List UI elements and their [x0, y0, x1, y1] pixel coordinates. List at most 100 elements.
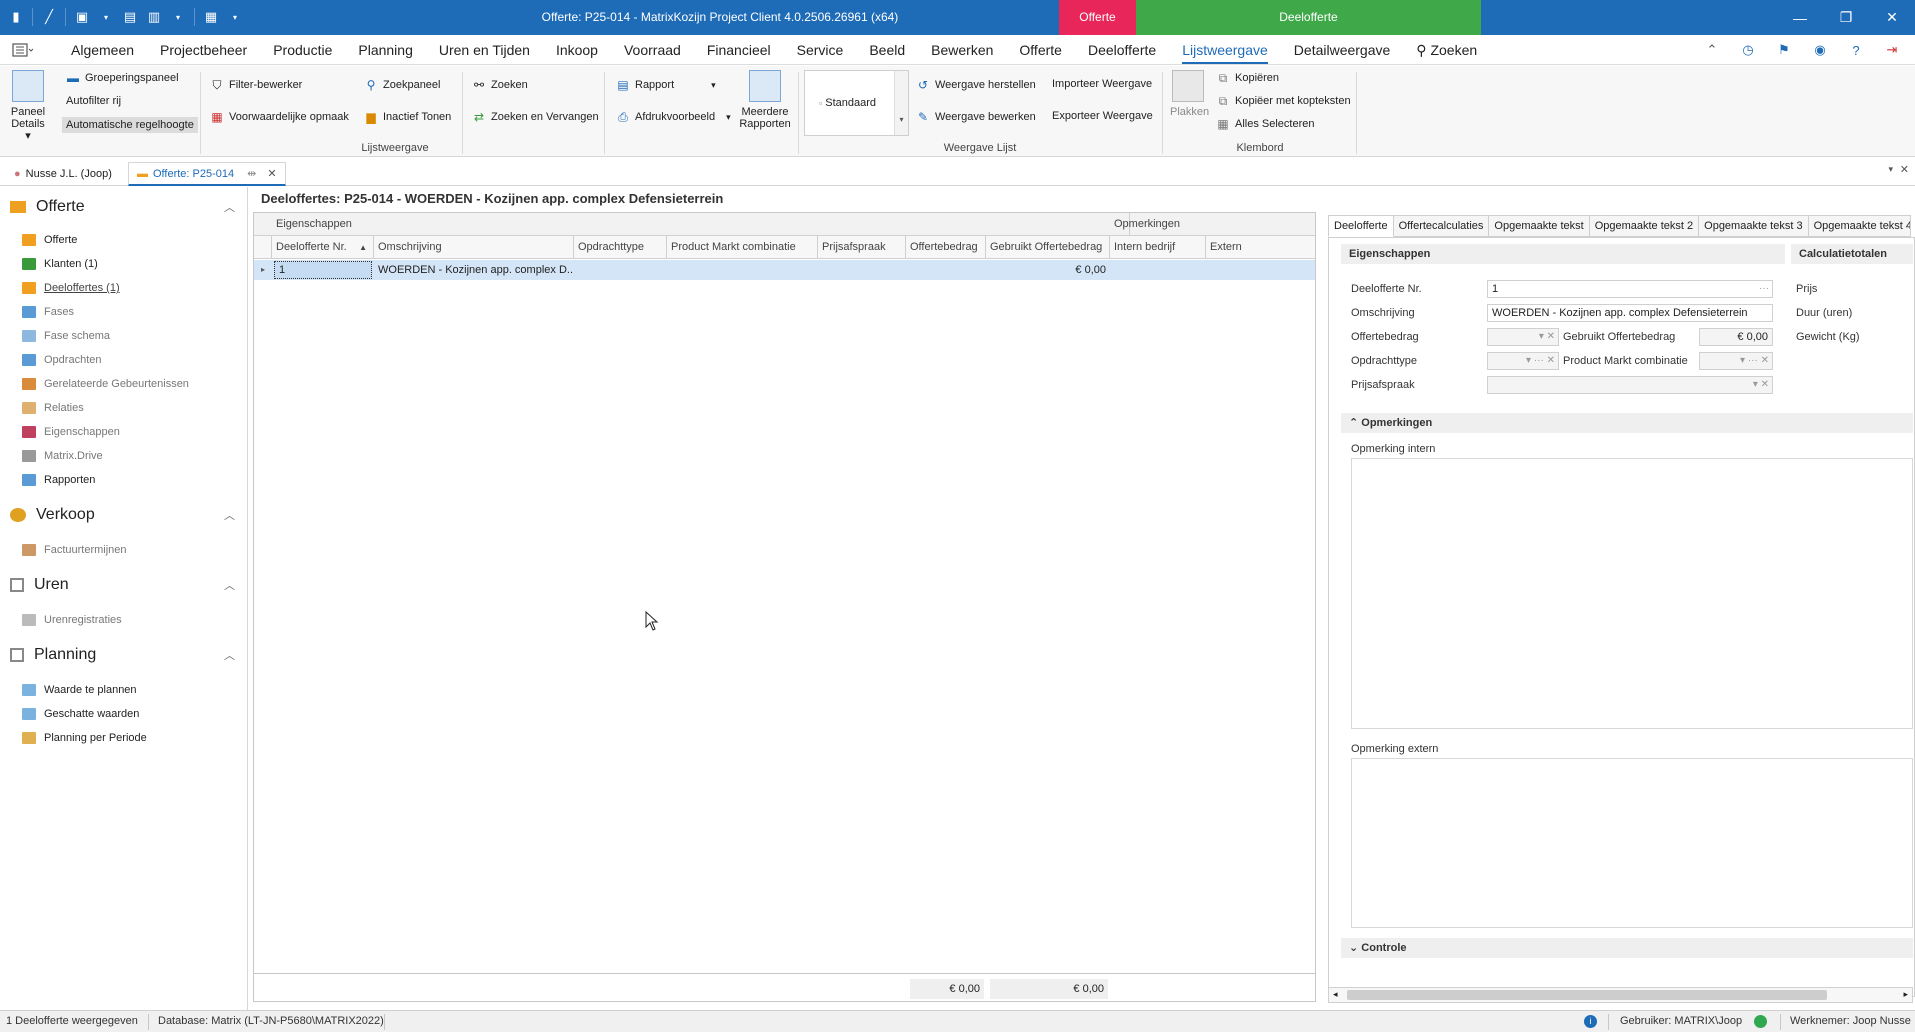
filter-bewerker-button[interactable]: ⛉ Filter-bewerker [210, 78, 302, 92]
tab-list-dropdown-icon[interactable]: ▾ [1888, 164, 1893, 175]
cell-extern[interactable] [1206, 260, 1315, 280]
tab-offertecalculaties[interactable]: Offertecalculaties [1393, 215, 1490, 237]
customize-qat-icon[interactable]: ▾ [227, 9, 243, 25]
scrollbar-thumb[interactable] [1347, 990, 1827, 1000]
help-icon[interactable]: ? [1841, 40, 1871, 60]
table-row[interactable]: ▸ 1 WOERDEN - Kozijnen app. complex D...… [254, 260, 1315, 280]
column-omschrijving[interactable]: Omschrijving [374, 236, 574, 259]
sidebar-item-gerelateerde-gebeurtenissen[interactable]: Gerelateerde Gebeurtenissen [22, 375, 189, 393]
save-icon[interactable]: ▣ [74, 9, 90, 25]
inactief-tonen-button[interactable]: ▆ Inactief Tonen [364, 110, 451, 124]
collapse-icon[interactable]: ︿ [224, 647, 235, 663]
dropdown-ellipsis-clear-icon[interactable]: ▾ ··· ✕ [1740, 353, 1769, 369]
band-opmerkingen[interactable]: Opmerkingen [1110, 213, 1315, 236]
speaker-icon[interactable]: ◉ [1805, 40, 1835, 60]
sidebar-item-rapporten[interactable]: Rapporten [22, 471, 95, 489]
weergave-gallery[interactable]: ▫ Standaard ▾ [804, 70, 909, 136]
tab-offerte[interactable]: ▬ Offerte: P25-014 ⇹ ✕ [128, 162, 286, 186]
pencil-icon[interactable]: ╱ [41, 9, 57, 25]
sidebar-item-matrix-drive[interactable]: Matrix.Drive [22, 447, 103, 465]
menu-algemeen[interactable]: Algemeen [58, 35, 147, 65]
section-verkoop[interactable]: Verkoop ︿ [10, 503, 235, 527]
cell-intern-bedrijf[interactable] [1110, 260, 1206, 280]
voorwaardelijke-opmaak-button[interactable]: ▦ Voorwaardelijke opmaak [210, 110, 349, 124]
tab-opgemaakte-tekst[interactable]: Opgemaakte tekst [1489, 215, 1590, 237]
dropdown-icon[interactable]: ▾ [170, 9, 186, 25]
kopieer-met-kopteksten-button[interactable]: ⧉ Kopiëer met kopteksten [1216, 94, 1351, 108]
autofilter-rij-button[interactable]: Autofilter rij [66, 95, 121, 107]
tab-opgemaakte-tekst-3[interactable]: Opgemaakte tekst 3 [1699, 215, 1809, 237]
sidebar-item-urenregistraties[interactable]: Urenregistraties [22, 611, 122, 629]
column-prijsafspraak[interactable]: Prijsafspraak [818, 236, 906, 259]
menu-projectbeheer[interactable]: Projectbeheer [147, 35, 260, 65]
deeloffertes-grid[interactable]: Eigenschappen Opmerkingen Deelofferte Nr… [253, 212, 1316, 1002]
input-deelofferte-nr[interactable]: 1 ··· [1487, 280, 1773, 298]
section-offerte[interactable]: Offerte ︿ [10, 195, 235, 219]
sidebar-item-fases[interactable]: Fases [22, 303, 74, 321]
cell-pmc[interactable] [667, 260, 818, 280]
sidebar-item-planning-per-periode[interactable]: Planning per Periode [22, 729, 147, 747]
flag-icon[interactable]: ⚑ [1769, 40, 1799, 60]
sidebar-item-fase-schema[interactable]: Fase schema [22, 327, 110, 345]
menu-beeld[interactable]: Beeld [856, 35, 918, 65]
sidebar-item-eigenschappen[interactable]: Eigenschappen [22, 423, 120, 441]
sidebar-item-offerte[interactable]: Offerte [22, 231, 77, 249]
tab-opgemaakte-tekst-2[interactable]: Opgemaakte tekst 2 [1589, 215, 1700, 237]
scroll-left-icon[interactable]: ◂ [1333, 989, 1338, 1000]
close-icon[interactable]: ✕ [1869, 0, 1915, 35]
sidebar-item-klanten[interactable]: Klanten (1) [22, 255, 98, 273]
zoeken-en-vervangen-button[interactable]: ⇄ Zoeken en Vervangen [472, 110, 599, 124]
importeer-weergave-button[interactable]: Importeer Weergave [1052, 78, 1152, 90]
input-product-markt-combinatie[interactable]: ▾ ··· ✕ [1699, 352, 1773, 370]
sidebar-item-factuurtermijnen[interactable]: Factuurtermijnen [22, 541, 127, 559]
rapport-button[interactable]: ▤ Rapport ▾ [616, 78, 715, 92]
column-gebruikt-offertebedrag[interactable]: Gebruikt Offertebedrag [986, 236, 1110, 259]
exit-icon[interactable]: ⇥ [1877, 40, 1907, 60]
window-icon[interactable]: ▦ [203, 9, 219, 25]
column-extern[interactable]: Extern [1206, 236, 1315, 259]
menu-service[interactable]: Service [784, 35, 857, 65]
cell-omschrijving[interactable]: WOERDEN - Kozijnen app. complex D... [374, 260, 574, 280]
exporteer-weergave-button[interactable]: Exporteer Weergave [1052, 110, 1153, 122]
tab-opgemaakte-tekst-4[interactable]: Opgemaakte tekst 4 [1808, 215, 1911, 237]
menu-offerte[interactable]: Offerte [1006, 35, 1075, 65]
sidebar-item-relaties[interactable]: Relaties [22, 399, 84, 417]
cell-nr[interactable]: 1 [274, 261, 372, 279]
status-info[interactable]: i [1584, 1015, 1597, 1028]
section-planning[interactable]: Planning ︿ [10, 643, 235, 667]
paneel-details-button[interactable]: Paneel Details ▾ [8, 70, 48, 142]
gallery-scrollbar[interactable]: ▾ [894, 71, 908, 135]
close-all-icon[interactable]: ✕ [1900, 163, 1909, 176]
sidebar-item-deeloffertes[interactable]: Deeloffertes (1) [22, 279, 120, 297]
automatische-regelhoogte-button[interactable]: Automatische regelhoogte [62, 117, 198, 133]
kopieren-button[interactable]: ⧉ Kopiëren [1216, 71, 1279, 85]
menu-deelofferte[interactable]: Deelofferte [1075, 35, 1169, 65]
menu-planning[interactable]: Planning [345, 35, 426, 65]
memo-opmerking-extern[interactable] [1351, 758, 1913, 928]
clock-icon[interactable]: ◷ [1733, 40, 1763, 60]
app-logo-icon[interactable]: ▮ [8, 9, 24, 25]
dropdown-clear-icon[interactable]: ▾ ✕ [1753, 377, 1769, 393]
row-indicator-icon[interactable]: ▸ [254, 260, 272, 280]
plakken-button[interactable]: Plakken [1170, 70, 1209, 118]
column-opdrachttype[interactable]: Opdrachttype [574, 236, 667, 259]
opmerkingen-header[interactable]: ⌃ Opmerkingen [1341, 413, 1913, 433]
menu-uren-en-tijden[interactable]: Uren en Tijden [426, 35, 543, 65]
weergave-bewerken-button[interactable]: ✎ Weergave bewerken [916, 110, 1036, 124]
cell-gebruikt-offertebedrag[interactable]: € 0,00 [986, 260, 1110, 280]
detail-horizontal-scrollbar[interactable]: ◂ ▸ [1328, 987, 1913, 1003]
menu-detailweergave[interactable]: Detailweergave [1281, 35, 1404, 65]
collapse-icon[interactable]: ︿ [224, 507, 235, 523]
menu-lijstweergave[interactable]: Lijstweergave [1169, 35, 1281, 65]
cell-opdrachttype[interactable] [574, 260, 667, 280]
app-menu-icon[interactable] [12, 42, 34, 58]
save-close-icon[interactable]: ▥ [146, 9, 162, 25]
afdrukvoorbeeld-button[interactable]: ⎙ Afdrukvoorbeeld ▾ [616, 110, 730, 124]
alles-selecteren-button[interactable]: ▦ Alles Selecteren [1216, 117, 1314, 131]
minimize-icon[interactable]: — [1777, 0, 1823, 35]
dropdown-ellipsis-clear-icon[interactable]: ▾ ··· ✕ [1526, 353, 1555, 369]
restore-icon[interactable]: ❐ [1823, 0, 1869, 35]
column-product-markt-combinatie[interactable]: Product Markt combinatie [667, 236, 818, 259]
close-tab-icon[interactable]: ✕ [267, 167, 276, 180]
tab-user[interactable]: ● Nusse J.L. (Joop) [6, 162, 120, 186]
